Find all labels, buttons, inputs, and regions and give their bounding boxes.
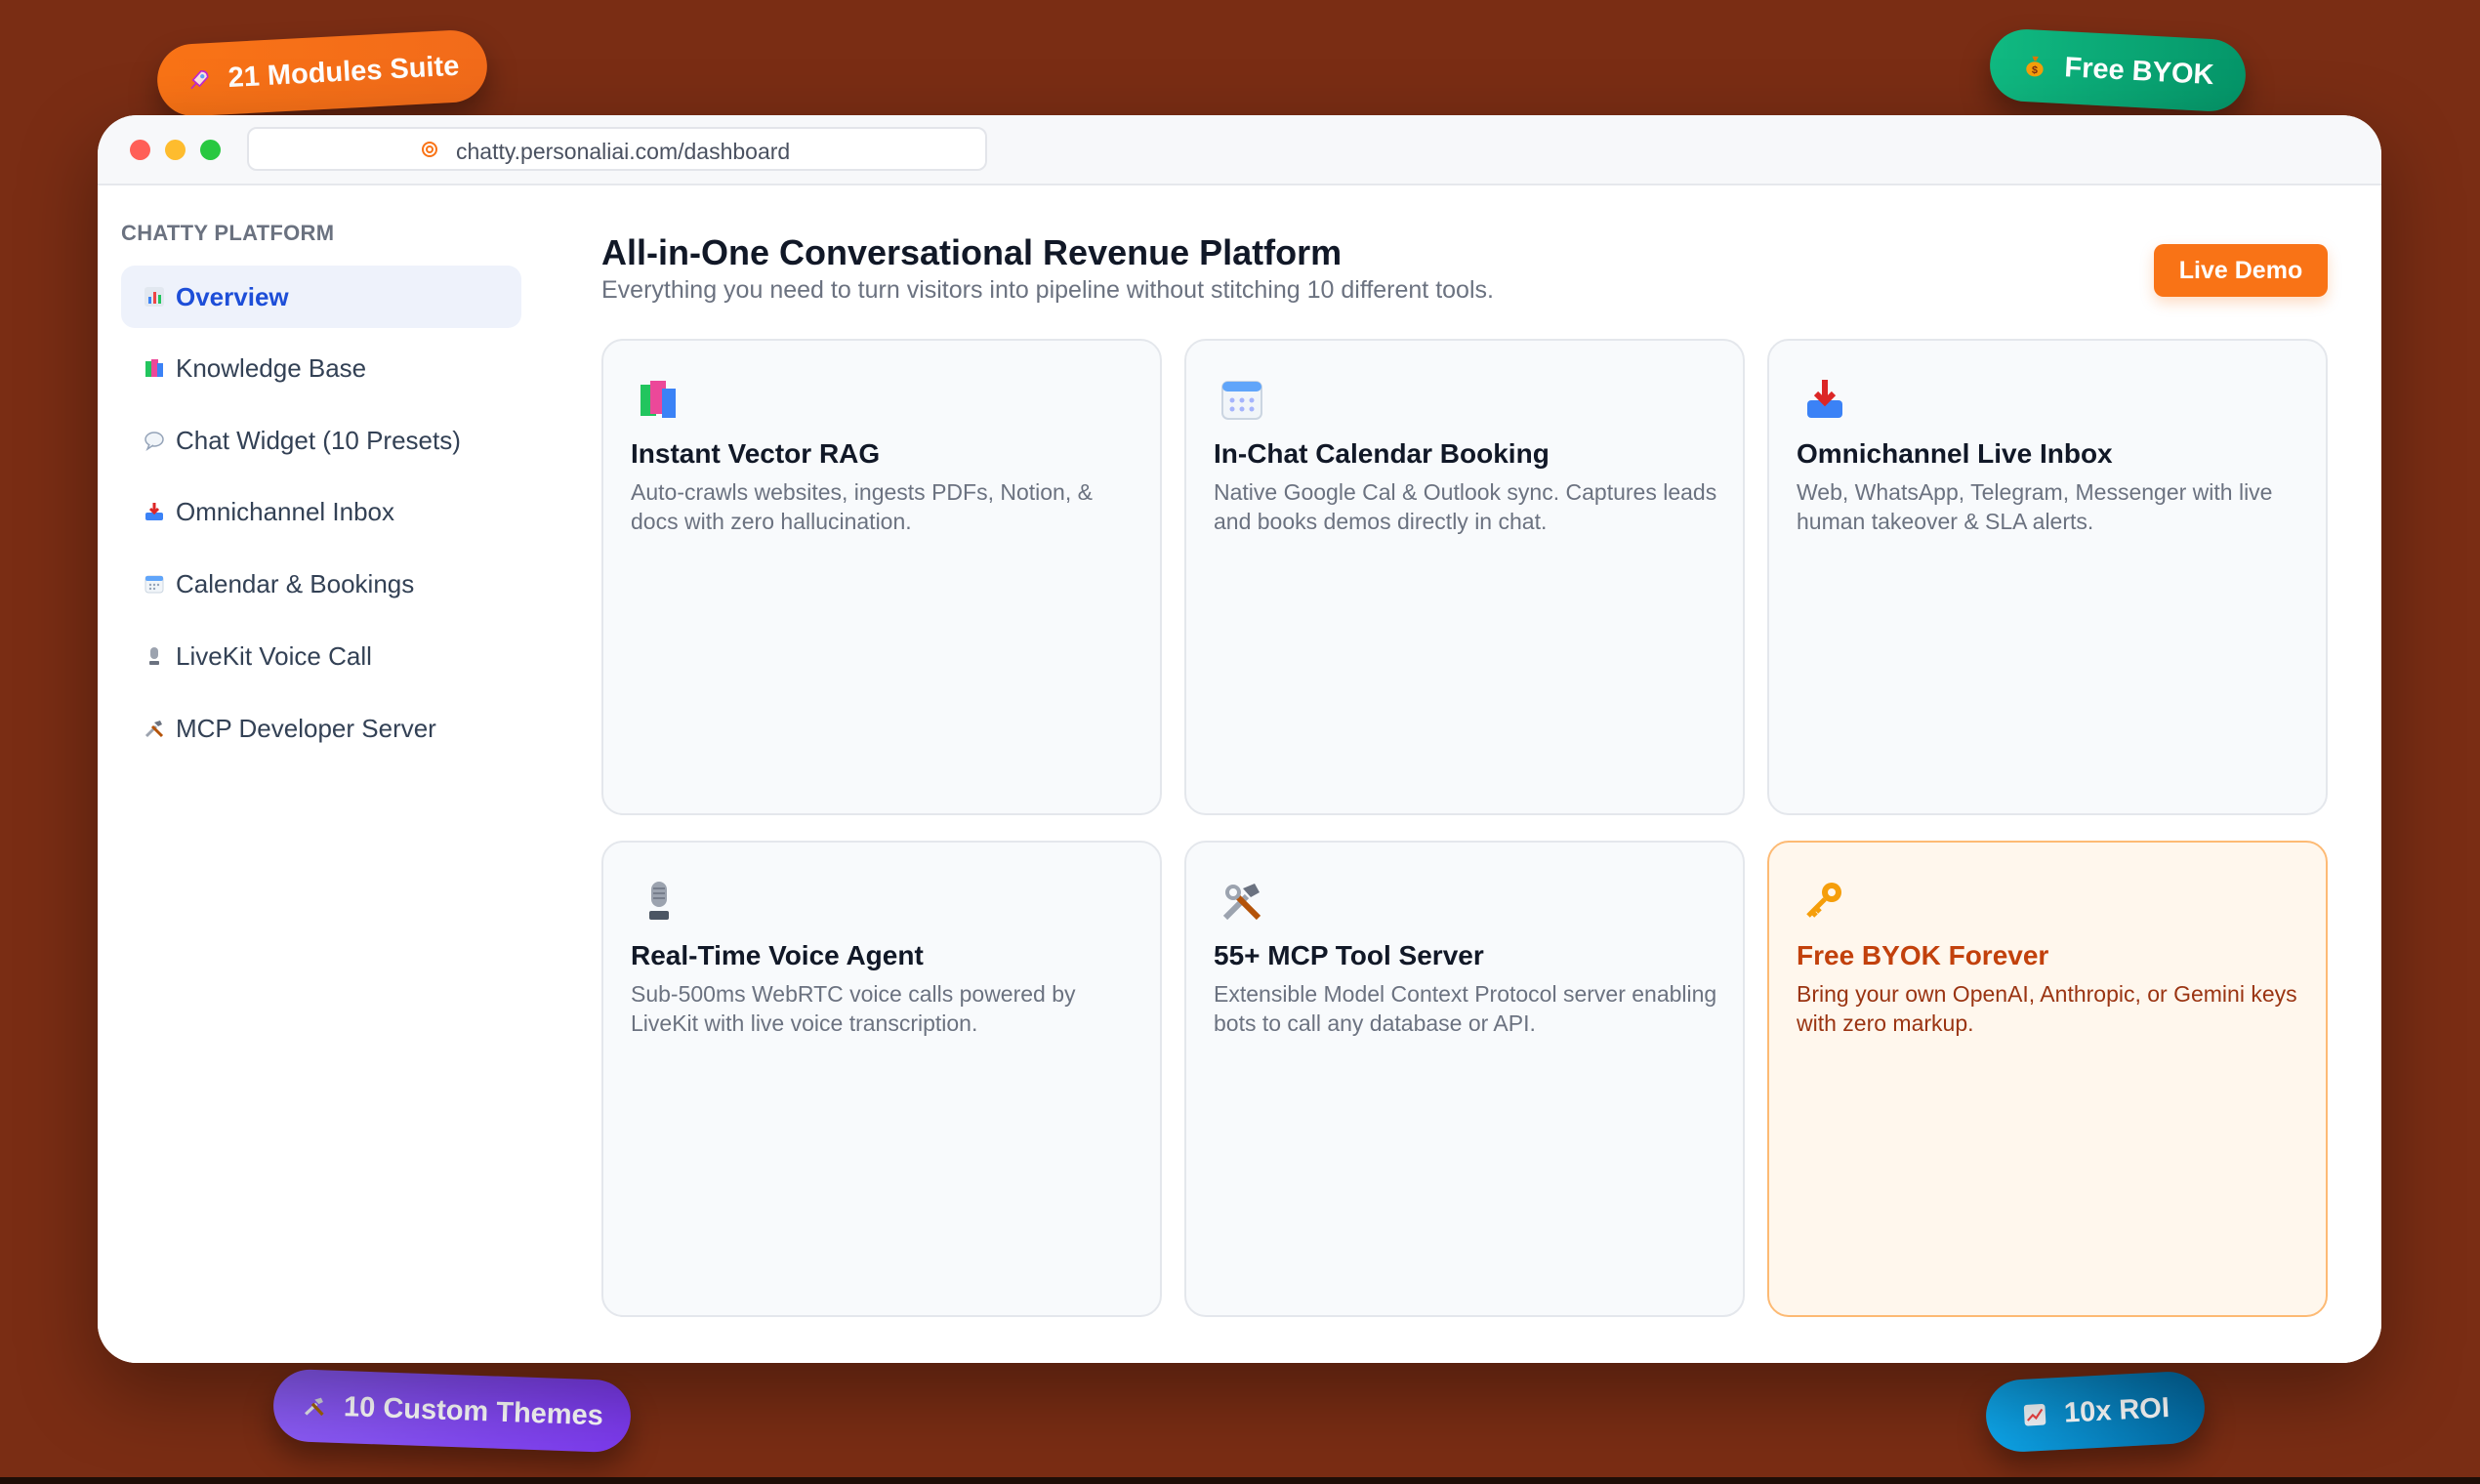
- hammer-wrench-icon: [143, 717, 166, 740]
- feature-card-vector-rag[interactable]: Instant Vector RAG Auto-crawls websites,…: [601, 339, 1162, 815]
- feature-card-voice-agent[interactable]: Real-Time Voice Agent Sub-500ms WebRTC v…: [601, 841, 1162, 1317]
- browser-titlebar: chatty.personaliai.com/dashboard: [98, 115, 2381, 186]
- sidebar-item-label: Overview: [176, 281, 289, 311]
- bar-chart-icon: [143, 285, 166, 309]
- books-icon: [143, 356, 166, 380]
- roi-badge: 10x ROI: [1984, 1370, 2207, 1454]
- feature-card-free-byok[interactable]: Free BYOK Forever Bring your own OpenAI,…: [1767, 841, 2328, 1317]
- modules-suite-badge: 21 Modules Suite: [155, 28, 489, 118]
- card-title: In-Chat Calendar Booking: [1214, 438, 1550, 469]
- sidebar: CHATTY PLATFORM Overview Knowledge Base …: [98, 186, 548, 1363]
- page-title: All-in-One Conversational Revenue Platfo…: [601, 232, 1343, 272]
- microphone-icon: [636, 878, 682, 925]
- svg-text:$: $: [2032, 64, 2039, 76]
- site-favicon-icon: [419, 139, 440, 160]
- chart-up-icon: [2020, 1401, 2048, 1429]
- close-window-button[interactable]: [130, 140, 150, 160]
- hammer-wrench-icon: [1219, 878, 1265, 925]
- inbox-tray-icon: [143, 500, 166, 523]
- sidebar-item-chat-widget[interactable]: Chat Widget (10 Presets): [121, 409, 521, 472]
- money-bag-icon: $: [2021, 52, 2049, 80]
- calendar-icon: [1219, 376, 1265, 423]
- free-byok-badge: $ Free BYOK: [1988, 27, 2248, 113]
- feature-card-live-inbox[interactable]: Omnichannel Live Inbox Web, WhatsApp, Te…: [1767, 339, 2328, 815]
- sidebar-title: CHATTY PLATFORM: [121, 221, 335, 245]
- hammer-wrench-icon: [301, 1392, 329, 1421]
- sidebar-item-livekit-voice[interactable]: LiveKit Voice Call: [121, 625, 521, 687]
- card-title: Free BYOK Forever: [1797, 940, 2049, 970]
- card-title: 55+ MCP Tool Server: [1214, 940, 1484, 970]
- minimize-window-button[interactable]: [165, 140, 186, 160]
- microphone-icon: [143, 644, 166, 668]
- card-description: Bring your own OpenAI, Anthropic, or Gem…: [1797, 981, 2297, 1036]
- live-demo-button[interactable]: Live Demo: [2154, 244, 2328, 297]
- maximize-window-button[interactable]: [200, 140, 221, 160]
- card-description: Auto-crawls websites, ingests PDFs, Noti…: [631, 479, 1093, 534]
- card-title: Real-Time Voice Agent: [631, 940, 924, 970]
- custom-themes-label: 10 Custom Themes: [343, 1390, 604, 1431]
- roi-label: 10x ROI: [2063, 1391, 2170, 1429]
- key-icon: [1801, 878, 1848, 925]
- calendar-icon: [143, 572, 166, 596]
- modules-suite-label: 21 Modules Suite: [227, 50, 461, 94]
- main-content: All-in-One Conversational Revenue Platfo…: [546, 186, 2381, 1363]
- feature-card-mcp-server[interactable]: 55+ MCP Tool Server Extensible Model Con…: [1184, 841, 1745, 1317]
- free-byok-label: Free BYOK: [2063, 51, 2215, 91]
- custom-themes-badge: 10 Custom Themes: [271, 1368, 633, 1454]
- address-bar[interactable]: chatty.personaliai.com/dashboard: [247, 127, 987, 171]
- inbox-tray-icon: [1801, 376, 1848, 423]
- url-text: chatty.personaliai.com/dashboard: [456, 139, 791, 164]
- sidebar-item-label: Knowledge Base: [176, 352, 367, 383]
- sidebar-item-mcp-server[interactable]: MCP Developer Server: [121, 697, 521, 760]
- sidebar-item-label: Calendar & Bookings: [176, 568, 415, 598]
- sidebar-item-label: Omnichannel Inbox: [176, 496, 395, 526]
- feature-card-calendar-booking[interactable]: In-Chat Calendar Booking Native Google C…: [1184, 339, 1745, 815]
- card-description: Sub-500ms WebRTC voice calls powered by …: [631, 981, 1076, 1036]
- card-title: Instant Vector RAG: [631, 438, 881, 469]
- sidebar-item-calendar[interactable]: Calendar & Bookings: [121, 553, 521, 615]
- sidebar-item-label: Chat Widget (10 Presets): [176, 425, 461, 455]
- card-description: Native Google Cal & Outlook sync. Captur…: [1214, 479, 1717, 534]
- browser-window: chatty.personaliai.com/dashboard CHATTY …: [98, 115, 2381, 1363]
- sidebar-item-knowledge-base[interactable]: Knowledge Base: [121, 337, 521, 399]
- sidebar-item-overview[interactable]: Overview: [121, 266, 521, 328]
- card-title: Omnichannel Live Inbox: [1797, 438, 2113, 469]
- sidebar-item-label: MCP Developer Server: [176, 713, 436, 743]
- sidebar-item-omnichannel-inbox[interactable]: Omnichannel Inbox: [121, 480, 521, 543]
- sidebar-item-label: LiveKit Voice Call: [176, 640, 372, 671]
- page-subtitle: Everything you need to turn visitors int…: [601, 276, 1494, 304]
- card-description: Web, WhatsApp, Telegram, Messenger with …: [1797, 479, 2273, 534]
- card-description: Extensible Model Context Protocol server…: [1214, 981, 1717, 1036]
- bottom-strip: [0, 1477, 2480, 1484]
- speech-bubble-icon: [143, 429, 166, 452]
- rocket-icon: [185, 65, 213, 94]
- books-icon: [636, 376, 682, 423]
